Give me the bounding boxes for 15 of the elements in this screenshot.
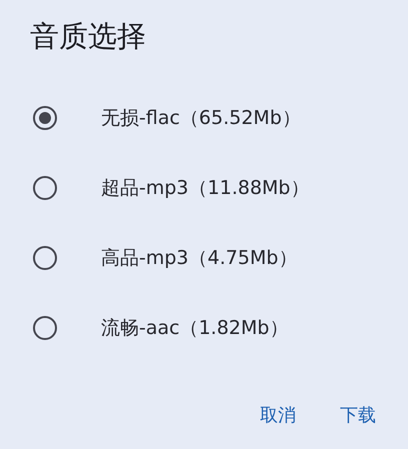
option-label: 流畅-aac（1.82Mb）: [101, 316, 288, 341]
radio-button[interactable]: [33, 176, 57, 200]
radio-option[interactable]: 高品-mp3（4.75Mb）: [30, 235, 408, 281]
option-label: 超品-mp3（11.88Mb）: [101, 176, 310, 201]
radio-option[interactable]: 无损-flac（65.52Mb）: [30, 95, 408, 141]
dialog-title: 音质选择: [30, 18, 147, 55]
dialog-button[interactable]: 取消: [248, 395, 308, 435]
radio-button[interactable]: [33, 316, 57, 340]
radio-option[interactable]: 超品-mp3（11.88Mb）: [30, 165, 408, 211]
option-label: 高品-mp3（4.75Mb）: [101, 246, 298, 271]
radio-button[interactable]: [33, 246, 57, 270]
radio-button[interactable]: [33, 106, 57, 130]
dialog-button[interactable]: 下载: [328, 395, 388, 435]
radio-option[interactable]: 流畅-aac（1.82Mb）: [30, 305, 408, 351]
option-label: 无损-flac（65.52Mb）: [101, 106, 301, 131]
